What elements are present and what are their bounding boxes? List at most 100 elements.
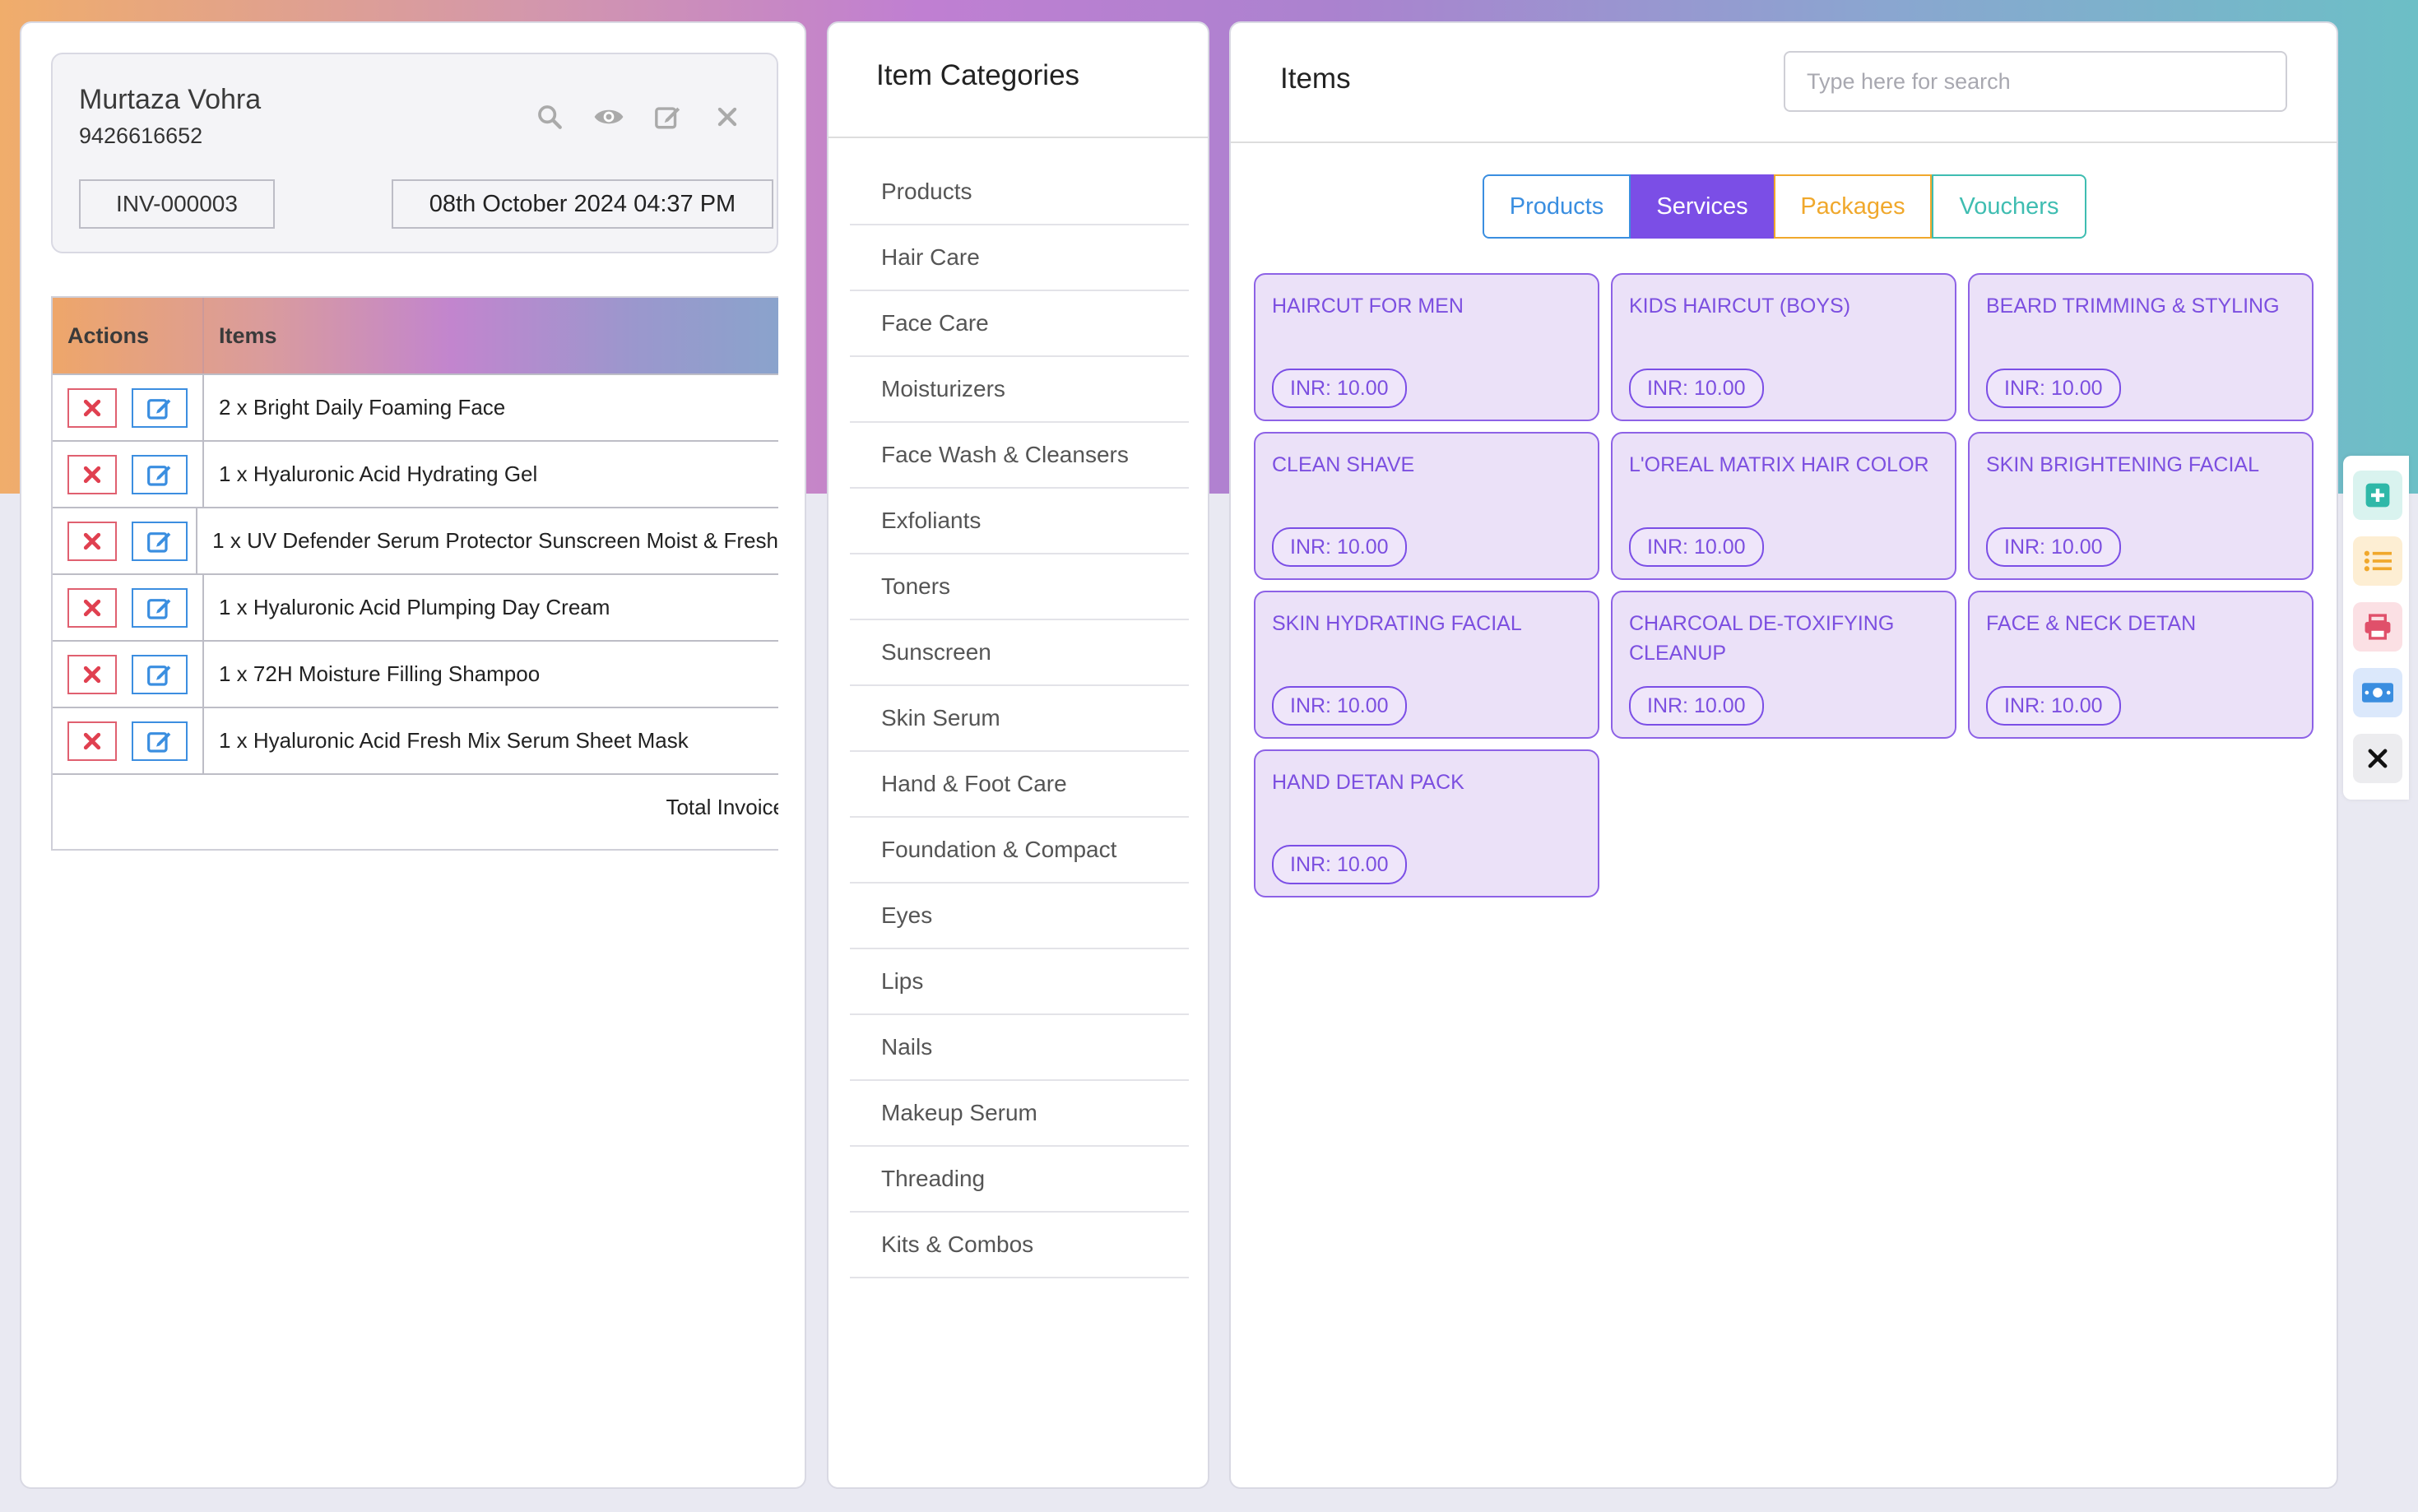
table-row: 2 x Bright Daily Foaming Face <box>53 373 778 440</box>
edit-item-button[interactable] <box>132 654 188 694</box>
category-item[interactable]: Hand & Foot Care <box>850 752 1189 818</box>
category-item[interactable]: Threading <box>850 1147 1189 1213</box>
customer-name: Murtaza Vohra <box>79 84 262 115</box>
customer-actions <box>533 100 744 133</box>
edit-item-button[interactable] <box>132 387 188 428</box>
category-item[interactable]: Toners <box>850 554 1189 620</box>
service-grid: HAIRCUT FOR MEN INR: 10.00 KIDS HAIRCUT (B… <box>1254 273 2314 897</box>
edit-icon <box>147 598 171 619</box>
service-price-badge: INR: 10.00 <box>1986 369 2121 408</box>
customer-card: Murtaza Vohra 9426616652 INV-000003 08th… <box>51 53 778 253</box>
actions-column-header: Actions <box>53 298 204 373</box>
edit-icon <box>147 731 171 753</box>
service-card[interactable]: KIDS HAIRCUT (BOYS) INR: 10.00 <box>1611 273 1956 421</box>
close-icon <box>83 732 101 749</box>
cart-total-row: Total Invoice <box>53 773 778 841</box>
service-name: CLEAN SHAVE <box>1272 453 1415 476</box>
category-item[interactable]: Eyes <box>850 884 1189 949</box>
service-card[interactable]: SKIN HYDRATING FACIAL INR: 10.00 <box>1254 591 1599 739</box>
search-icon[interactable] <box>533 100 566 133</box>
remove-item-button[interactable] <box>67 387 117 428</box>
total-invoice-label: Total Invoice <box>666 795 778 819</box>
category-item[interactable]: Hair Care <box>850 225 1189 291</box>
table-row: 1 x Hyaluronic Acid Hydrating Gel <box>53 440 778 507</box>
category-item[interactable]: Face Wash & Cleansers <box>850 423 1189 489</box>
category-item[interactable]: Moisturizers <box>850 357 1189 423</box>
tab-vouchers[interactable]: Vouchers <box>1932 174 2086 239</box>
service-price-badge: INR: 10.00 <box>1986 527 2121 567</box>
row-actions <box>53 708 204 773</box>
remove-item-button[interactable] <box>67 587 117 628</box>
remove-item-button[interactable] <box>67 654 117 694</box>
category-item[interactable]: Nails <box>850 1015 1189 1081</box>
invoice-number: INV-000003 <box>79 179 275 229</box>
service-price-badge: INR: 10.00 <box>1629 369 1764 408</box>
items-column-header: Items <box>219 322 277 348</box>
close-icon <box>83 599 101 616</box>
remove-item-button[interactable] <box>67 454 117 494</box>
service-card[interactable]: HAIRCUT FOR MEN INR: 10.00 <box>1254 273 1599 421</box>
edit-item-button[interactable] <box>132 587 188 628</box>
list-icon[interactable] <box>2353 536 2402 586</box>
edit-icon <box>147 398 171 420</box>
cart-item-text: 1 x Hyaluronic Acid Plumping Day Cream <box>219 595 610 619</box>
service-card[interactable]: CLEAN SHAVE INR: 10.00 <box>1254 432 1599 580</box>
category-item[interactable]: Exfoliants <box>850 489 1189 554</box>
plus-square-icon[interactable] <box>2353 471 2402 520</box>
service-price-badge: INR: 10.00 <box>1272 686 1407 726</box>
eye-icon[interactable] <box>592 100 625 133</box>
category-item[interactable]: Lips <box>850 949 1189 1015</box>
tab-packages[interactable]: Packages <box>1774 174 1932 239</box>
category-item[interactable]: Sunscreen <box>850 620 1189 686</box>
tab-services[interactable]: Services <box>1631 174 1774 239</box>
service-card[interactable]: BEARD TRIMMING & STYLING INR: 10.00 <box>1968 273 2314 421</box>
service-card[interactable]: L'OREAL MATRIX HAIR COLOR INR: 10.00 <box>1611 432 1956 580</box>
service-card[interactable]: HAND DETAN PACK INR: 10.00 <box>1254 749 1599 897</box>
category-item[interactable]: Skin Serum <box>850 686 1189 752</box>
remove-item-button[interactable] <box>67 521 117 561</box>
category-list: Products Hair Care Face Care Moisturizers Fa… <box>850 160 1189 1278</box>
category-item[interactable]: Foundation & Compact <box>850 818 1189 884</box>
categories-title: Item Categories <box>876 59 1080 91</box>
money-icon[interactable] <box>2353 668 2402 717</box>
item-type-tabs: Products Services Packages Vouchers <box>1483 174 2086 239</box>
service-price-badge: INR: 10.00 <box>1272 845 1407 884</box>
row-actions <box>53 575 204 640</box>
close-icon <box>83 399 101 416</box>
service-card[interactable]: SKIN BRIGHTENING FACIAL INR: 10.00 <box>1968 432 2314 580</box>
remove-item-button[interactable] <box>67 721 117 761</box>
service-name: BEARD TRIMMING & STYLING <box>1986 295 2280 318</box>
items-title: Items <box>1280 63 1351 95</box>
items-panel: Items Products Services Packages Voucher… <box>1229 21 2338 1489</box>
row-actions <box>53 442 204 507</box>
service-name: CHARCOAL DE-TOXIFYING CLEANUP <box>1629 612 1895 665</box>
categories-panel: Item Categories Products Hair Care Face Ca… <box>827 21 1209 1489</box>
service-card[interactable]: FACE & NECK DETAN INR: 10.00 <box>1968 591 2314 739</box>
invoice-datetime: 08th October 2024 04:37 PM <box>392 179 773 229</box>
cart-table-header: Actions Items <box>53 298 778 373</box>
printer-icon[interactable] <box>2353 602 2402 652</box>
cart-item-text: 1 x 72H Moisture Filling Shampoo <box>219 661 541 686</box>
edit-icon[interactable] <box>652 100 685 133</box>
service-name: SKIN BRIGHTENING FACIAL <box>1986 453 2260 476</box>
table-row: 1 x 72H Moisture Filling Shampoo <box>53 640 778 707</box>
edit-item-button[interactable] <box>132 721 188 761</box>
tab-products[interactable]: Products <box>1483 174 1631 239</box>
side-action-bar <box>2343 456 2409 800</box>
edit-item-button[interactable] <box>132 454 188 494</box>
service-price-badge: INR: 10.00 <box>1629 686 1764 726</box>
search-input[interactable] <box>1784 51 2287 112</box>
edit-item-button[interactable] <box>132 521 188 561</box>
service-name: SKIN HYDRATING FACIAL <box>1272 612 1522 635</box>
category-item[interactable]: Kits & Combos <box>850 1213 1189 1278</box>
service-card[interactable]: CHARCOAL DE-TOXIFYING CLEANUP INR: 10.00 <box>1611 591 1956 739</box>
cart-item-text: 1 x Hyaluronic Acid Hydrating Gel <box>219 461 538 486</box>
category-item[interactable]: Makeup Serum <box>850 1081 1189 1147</box>
category-item[interactable]: Products <box>850 160 1189 225</box>
close-icon[interactable] <box>711 100 744 133</box>
edit-icon <box>147 665 171 686</box>
category-item[interactable]: Face Care <box>850 291 1189 357</box>
close-icon[interactable] <box>2353 734 2402 783</box>
divider <box>1231 141 2337 143</box>
service-name: FACE & NECK DETAN <box>1986 612 2197 635</box>
